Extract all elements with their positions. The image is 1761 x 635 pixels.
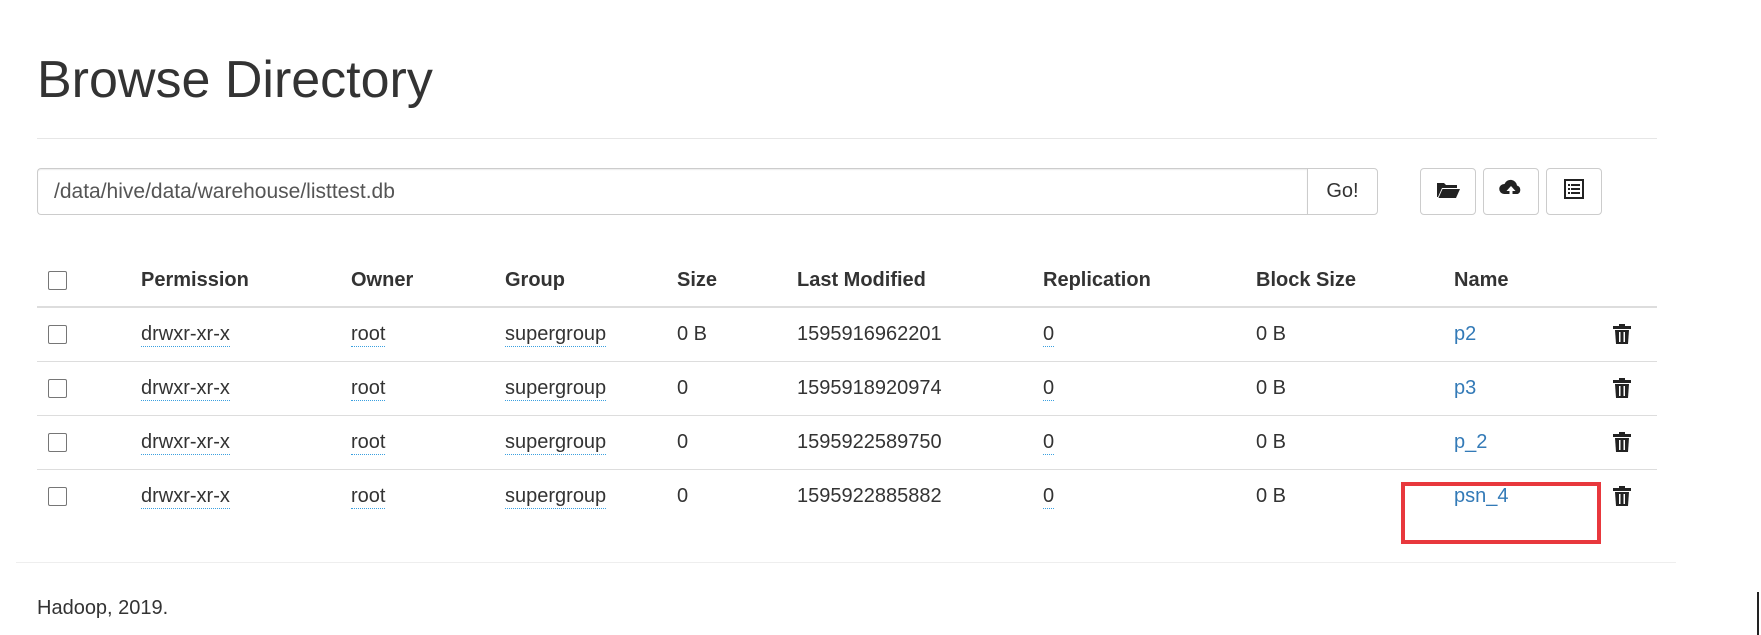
owner-value[interactable]: root (351, 376, 386, 401)
replication-value[interactable]: 0 (1043, 484, 1055, 509)
cut-paste-button[interactable] (1546, 168, 1602, 215)
path-bar: Go! (37, 168, 1378, 215)
group-value[interactable]: supergroup (505, 430, 607, 455)
block-size-value: 0 B (1256, 307, 1454, 362)
replication-value[interactable]: 0 (1043, 322, 1055, 347)
replication-value[interactable]: 0 (1043, 430, 1055, 455)
column-header-last-modified[interactable]: Last Modified (797, 255, 1043, 308)
file-name-link[interactable]: p2 (1454, 323, 1476, 345)
owner-value[interactable]: root (351, 484, 386, 509)
size-value: 0 (677, 484, 689, 507)
owner-value[interactable]: root (351, 322, 386, 347)
file-name-link[interactable]: p_2 (1454, 431, 1487, 453)
trash-icon[interactable] (1612, 431, 1632, 453)
group-value[interactable]: supergroup (505, 376, 607, 401)
file-name-link[interactable]: p3 (1454, 377, 1476, 399)
permission-value[interactable]: drwxr-xr-x (141, 376, 230, 401)
size-value: 0 (677, 415, 797, 470)
folder-open-icon (1435, 177, 1461, 206)
page-title: Browse Directory (37, 51, 433, 109)
column-header-replication[interactable]: Replication (1043, 255, 1256, 308)
column-header-permission[interactable]: Permission (141, 255, 351, 308)
size-value: 0 (677, 361, 797, 416)
row-checkbox[interactable] (48, 432, 67, 452)
last-modified-value: 1595922885882 (797, 484, 942, 507)
upload-files-button[interactable] (1483, 168, 1539, 215)
column-header-size[interactable]: Size (677, 255, 797, 308)
highlight-box (1401, 482, 1601, 544)
last-modified-value: 1595918920974 (797, 361, 1043, 416)
column-header-owner[interactable]: Owner (351, 255, 505, 308)
go-button[interactable]: Go! (1307, 168, 1378, 215)
title-divider (37, 138, 1657, 139)
select-all-checkbox[interactable] (48, 271, 67, 291)
list-icon (1561, 177, 1587, 206)
footer-divider (16, 562, 1676, 563)
trash-icon[interactable] (1612, 377, 1632, 399)
footer-text: Hadoop, 2019. (37, 597, 169, 619)
column-header-block-size[interactable]: Block Size (1256, 255, 1454, 308)
group-value[interactable]: supergroup (505, 322, 607, 347)
owner-value[interactable]: root (351, 430, 386, 455)
trash-icon[interactable] (1612, 485, 1632, 507)
permission-value[interactable]: drwxr-xr-x (141, 322, 230, 347)
table-header-row: Permission Owner Group Size Last Modifie… (37, 255, 1657, 308)
select-all-cell (37, 255, 141, 308)
last-modified-value: 1595922589750 (797, 415, 1043, 470)
last-modified-value: 1595916962201 (797, 307, 1043, 362)
size-value: 0 B (677, 307, 797, 362)
row-checkbox[interactable] (48, 324, 67, 344)
permission-value[interactable]: drwxr-xr-x (141, 430, 230, 455)
block-size-value: 0 B (1256, 361, 1454, 416)
row-checkbox[interactable] (48, 486, 67, 506)
group-value[interactable]: supergroup (505, 484, 607, 509)
column-header-name[interactable]: Name (1454, 255, 1612, 308)
directory-path-input[interactable] (37, 168, 1307, 215)
table-row: drwxr-xr-x root supergroup 0 15959225897… (37, 415, 1657, 470)
column-header-group[interactable]: Group (505, 255, 677, 308)
window-edge (1757, 592, 1759, 635)
create-directory-button[interactable] (1420, 168, 1476, 215)
permission-value[interactable]: drwxr-xr-x (141, 484, 230, 509)
block-size-value: 0 B (1256, 415, 1454, 470)
cloud-upload-icon (1498, 177, 1524, 206)
row-checkbox[interactable] (48, 378, 67, 398)
column-header-actions (1612, 255, 1657, 308)
table-row: drwxr-xr-x root supergroup 0 15959189209… (37, 361, 1657, 416)
trash-icon[interactable] (1612, 323, 1632, 345)
table-row: drwxr-xr-x root supergroup 0 B 159591696… (37, 307, 1657, 362)
replication-value[interactable]: 0 (1043, 376, 1055, 401)
